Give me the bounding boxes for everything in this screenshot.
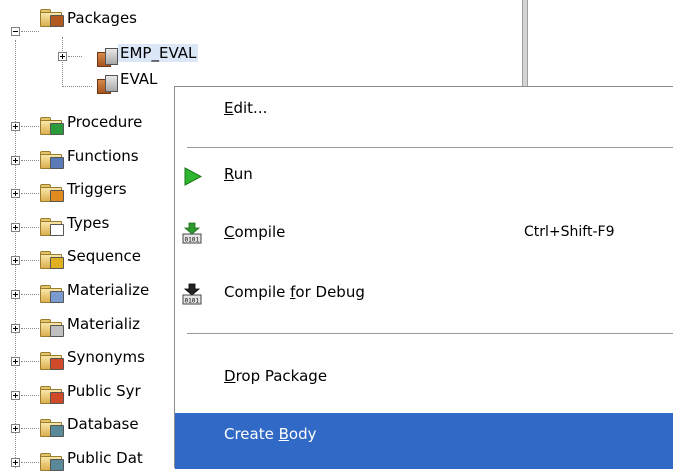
procedure-folder-icon [40, 116, 64, 135]
tree-node[interactable]: Materialize [67, 281, 149, 299]
public-synonym-folder-icon [40, 385, 64, 404]
run-icon [184, 167, 203, 186]
tree-connector-line [62, 86, 92, 87]
tree-connector-line [21, 31, 39, 32]
svg-text:0101: 0101 [185, 237, 200, 244]
expand-node-toggle[interactable] [11, 391, 20, 400]
tree-node-packages[interactable]: Packages [67, 9, 137, 27]
menu-item-drop-package[interactable]: Drop Package [175, 355, 673, 399]
package-icon [96, 72, 118, 94]
tree-connector-line [21, 428, 39, 429]
expand-node-toggle[interactable] [11, 223, 20, 232]
expand-node-toggle[interactable] [11, 189, 20, 198]
tree-connector-line [15, 40, 16, 468]
menu-separator [187, 333, 673, 335]
sequence-folder-icon [40, 250, 64, 269]
tree-node-emp-eval[interactable]: EMP_EVAL [118, 44, 199, 62]
menu-separator [187, 147, 673, 149]
expand-node-toggle[interactable] [11, 424, 20, 433]
materialized-log-folder-icon [40, 318, 64, 337]
tree-node[interactable]: Public Dat [67, 449, 143, 467]
packages-folder-icon [40, 8, 64, 27]
menu-item-run[interactable]: Run [175, 153, 673, 197]
svg-text:0101: 0101 [185, 298, 200, 305]
tree-node[interactable]: Procedure [67, 113, 142, 131]
tree-connector-line [21, 260, 39, 261]
function-folder-icon [40, 150, 64, 169]
database-link-folder-icon [40, 418, 64, 437]
tree-connector-line [21, 361, 39, 362]
menu-item-edit[interactable]: Edit... [175, 87, 673, 131]
menu-item-compile-for-debug[interactable]: 0101 Compile for Debug [175, 271, 673, 315]
tree-node[interactable]: Database [67, 415, 139, 433]
public-database-link-folder-icon [40, 452, 64, 471]
tree-connector-line [21, 462, 39, 463]
tree-node[interactable]: Triggers [67, 180, 127, 198]
tree-connector-line [68, 56, 82, 57]
tree-connector-line [21, 160, 39, 161]
tree-connector-line [62, 37, 63, 87]
collapse-packages-toggle[interactable] [11, 27, 20, 36]
compile-debug-icon: 0101 [182, 283, 202, 305]
expand-node-toggle[interactable] [11, 290, 20, 299]
tree-node[interactable]: Types [67, 214, 109, 232]
expand-node-toggle[interactable] [11, 256, 20, 265]
compile-shortcut: Ctrl+Shift-F9 [524, 224, 615, 240]
tree-node-eval[interactable]: EVAL [120, 70, 157, 88]
tree-node[interactable]: Sequence [67, 247, 141, 265]
menu-item-create-body[interactable]: Create Body [175, 413, 673, 469]
tree-connector-line [21, 294, 39, 295]
expand-node-toggle[interactable] [11, 324, 20, 333]
synonym-folder-icon [40, 351, 64, 370]
menu-item-compile[interactable]: 0101 Compile Ctrl+Shift-F9 [175, 211, 673, 255]
expand-node-toggle[interactable] [11, 357, 20, 366]
materialized-view-folder-icon [40, 284, 64, 303]
expand-emp-eval-toggle[interactable] [58, 52, 67, 61]
type-folder-icon [40, 217, 64, 236]
tree-connector-line [21, 126, 39, 127]
expand-node-toggle[interactable] [11, 122, 20, 131]
tree-node[interactable]: Materializ [67, 315, 140, 333]
tree-node[interactable]: Synonyms [67, 348, 145, 366]
tree-connector-line [21, 328, 39, 329]
tree-node[interactable]: Functions [67, 147, 139, 165]
tree-node[interactable]: Public Syr [67, 382, 141, 400]
panel-splitter[interactable] [522, 0, 528, 86]
tree-connector-line [21, 395, 39, 396]
context-menu: Edit... Run 0101 Compile Ctrl+Shift-F9 0… [174, 86, 673, 469]
tree-connector-line [21, 193, 39, 194]
package-icon [96, 45, 118, 67]
expand-node-toggle[interactable] [11, 458, 20, 467]
trigger-folder-icon [40, 183, 64, 202]
compile-icon: 0101 [182, 222, 202, 244]
tree-connector-line [21, 227, 39, 228]
expand-node-toggle[interactable] [11, 156, 20, 165]
